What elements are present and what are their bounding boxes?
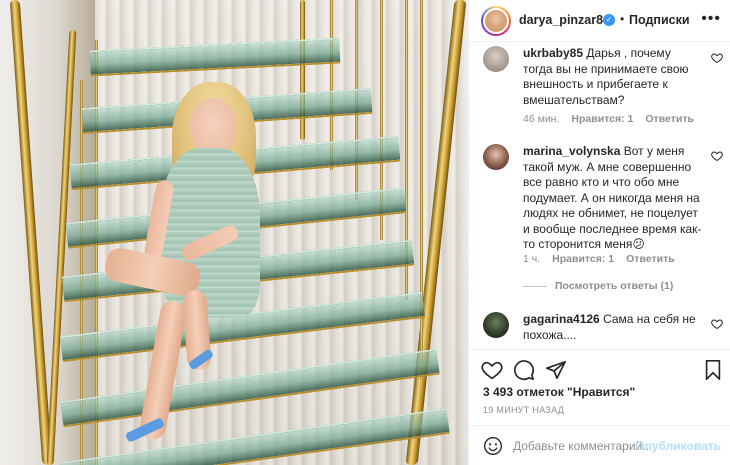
comment-username[interactable]: ukrbaby85: [523, 46, 583, 60]
comment-text: Вот у меня такой муж. А мне совершенно в…: [523, 144, 702, 251]
comment-avatar[interactable]: [483, 312, 509, 338]
comment-avatar[interactable]: [483, 144, 509, 170]
comment-likes[interactable]: Нравится: 1: [571, 113, 633, 125]
comment-body: gagarina4126 Сама на себя не похожа....: [523, 312, 703, 343]
share-icon[interactable]: [545, 359, 567, 381]
more-options-icon[interactable]: •••: [701, 10, 721, 28]
post-side-panel: darya_pinzar86 ✓ • Подписки ••• ukrbaby8…: [468, 0, 730, 465]
emoji-icon[interactable]: [483, 436, 503, 456]
comment-time[interactable]: 1 ч.: [523, 253, 540, 265]
photo-baluster: [420, 0, 423, 380]
photo-railing-back: [300, 0, 305, 140]
following-button[interactable]: Подписки: [629, 13, 690, 27]
comment-reply-button[interactable]: Ответить: [645, 113, 694, 125]
comment-reply-button[interactable]: Ответить: [626, 253, 675, 265]
comment-likes[interactable]: Нравится: 1: [552, 253, 614, 265]
post-timestamp[interactable]: 19 МИНУТ НАЗАД: [483, 405, 564, 415]
post-header: darya_pinzar86 ✓ • Подписки •••: [469, 0, 730, 42]
publish-button[interactable]: Опубликовать: [635, 439, 721, 453]
view-replies-button[interactable]: Посмотреть ответы (1): [523, 280, 673, 292]
add-comment-bar: Опубликовать: [469, 425, 730, 465]
comment-like-icon[interactable]: [711, 318, 723, 330]
heart-icon[interactable]: [481, 359, 503, 381]
replies-divider: [523, 285, 547, 287]
header-separator: •: [620, 12, 625, 26]
comments-list[interactable]: ukrbaby85 Дарья , почему тогда вы не при…: [469, 42, 730, 349]
verified-badge-icon: ✓: [603, 14, 615, 26]
post-actions-bar: [469, 349, 730, 387]
comment-avatar[interactable]: [483, 46, 509, 72]
comment-body: ukrbaby85 Дарья , почему тогда вы не при…: [523, 46, 703, 108]
author-username[interactable]: darya_pinzar86: [519, 13, 610, 27]
comment-like-icon[interactable]: [711, 52, 723, 64]
comment-body: marina_volynska Вот у меня такой муж. А …: [523, 144, 703, 253]
comment-meta: 46 мин. Нравится: 1 Ответить: [523, 113, 694, 125]
comment-icon[interactable]: [513, 359, 535, 381]
comment-like-icon[interactable]: [711, 150, 723, 162]
view-replies-label: Посмотреть ответы (1): [555, 280, 674, 292]
author-avatar[interactable]: [481, 6, 511, 36]
post-photo[interactable]: [0, 0, 468, 465]
comment-meta: 1 ч. Нравится: 1 Ответить: [523, 253, 675, 265]
comment-username[interactable]: gagarina4126: [523, 312, 600, 326]
comment-username[interactable]: marina_volynska: [523, 144, 620, 158]
comment-time[interactable]: 46 мин.: [523, 113, 559, 125]
author-avatar-image: [483, 8, 509, 34]
bookmark-icon[interactable]: [702, 359, 724, 381]
likes-count[interactable]: 3 493 отметок "Нравится": [483, 385, 635, 399]
